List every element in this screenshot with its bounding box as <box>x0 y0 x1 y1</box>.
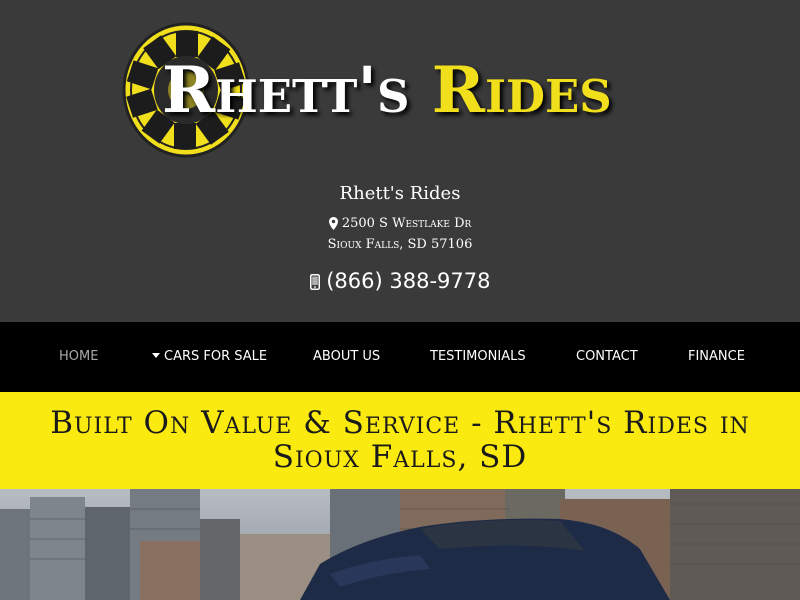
logo-word-rides: Rides <box>431 53 612 128</box>
banner-line-1: Built On Value & Service - Rhett's Rides… <box>50 405 750 441</box>
main-nav: Home Cars For Sale About Us Testimonials… <box>0 322 800 392</box>
nav-testimonials[interactable]: Testimonials <box>430 349 526 364</box>
address-line-2[interactable]: Sioux Falls, SD 57106 <box>0 237 800 252</box>
address-street: 2500 S Westlake Dr <box>341 216 472 231</box>
mobile-phone-icon <box>309 274 320 290</box>
phone-text: (866) 388-9778 <box>326 269 491 293</box>
business-name: Rhett's Rides <box>339 183 461 204</box>
nav-contact[interactable]: Contact <box>576 349 638 364</box>
hero-car-city-photo <box>0 489 800 600</box>
logo-wordmark: Rhett's Rides <box>162 56 612 126</box>
address-line-1[interactable]: 2500 S Westlake Dr <box>0 216 800 231</box>
logo-word-rhetts: Rhett's <box>162 53 410 128</box>
site-header: Rhett's Rides Rhett's Rides 2500 S Westl… <box>0 0 800 322</box>
phone-number-link[interactable]: (866) 388-9778 <box>0 269 800 293</box>
caret-down-icon <box>152 353 160 358</box>
banner-headline: Built On Value & Service - Rhett's Rides… <box>0 406 800 474</box>
map-marker-icon <box>328 217 338 230</box>
nav-finance[interactable]: Finance <box>688 349 745 364</box>
nav-about-us[interactable]: About Us <box>313 349 380 364</box>
banner-line-2: Sioux Falls, SD <box>272 439 528 475</box>
nav-cars-for-sale-label: Cars For Sale <box>164 349 268 364</box>
nav-home[interactable]: Home <box>59 349 98 364</box>
headline-banner: Built On Value & Service - Rhett's Rides… <box>0 392 800 489</box>
site-logo[interactable]: Rhett's Rides <box>120 18 700 163</box>
nav-cars-for-sale[interactable]: Cars For Sale <box>152 349 267 364</box>
hero-image <box>0 489 800 600</box>
